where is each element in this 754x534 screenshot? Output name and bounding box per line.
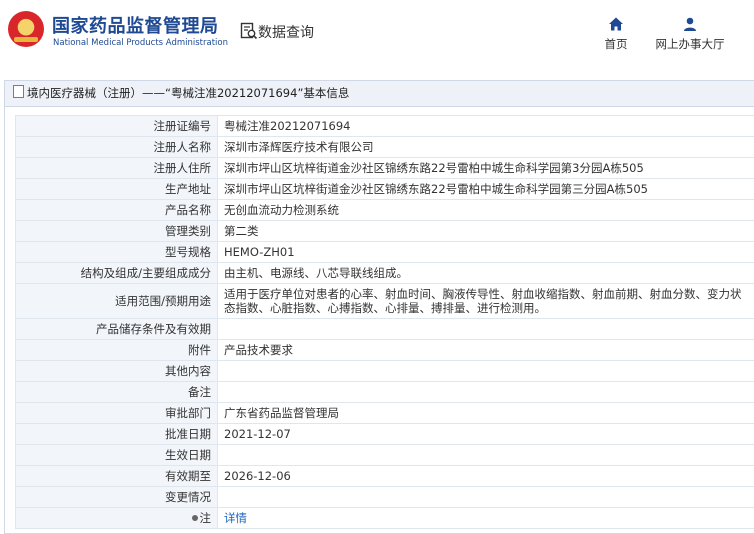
table-row: 批准日期 2021-12-07 <box>16 424 754 445</box>
field-value: 无创血流动力检测系统 <box>218 200 754 221</box>
table-row: 生效日期 <box>16 445 754 466</box>
table-row: 备注 <box>16 382 754 403</box>
field-value: 2026-12-06 <box>218 466 754 487</box>
table-row: 适用范围/预期用途 适用于医疗单位对患者的心率、射血时间、胸液传导性、射血收缩指… <box>16 284 754 319</box>
field-label: 注册人名称 <box>16 137 218 158</box>
field-label: 有效期至 <box>16 466 218 487</box>
site-title: 国家药品监督管理局 <box>52 12 219 38</box>
table-row: 注册人名称 深圳市泽辉医疗技术有限公司 <box>16 137 754 158</box>
data-query-icon[interactable] <box>240 22 258 40</box>
table-row: 结构及组成/主要组成成分 由主机、电源线、八芯导联线组成。 <box>16 263 754 284</box>
details-link[interactable]: 详情 <box>224 511 247 525</box>
field-value: 适用于医疗单位对患者的心率、射血时间、胸液传导性、射血收缩指数、射血前期、射血分… <box>218 284 754 319</box>
field-value: 广东省药品监督管理局 <box>218 403 754 424</box>
field-label: 型号规格 <box>16 242 218 263</box>
site-header: 国家药品监督管理局 National Medical Products Admi… <box>0 0 754 70</box>
field-label: 注册人住所 <box>16 158 218 179</box>
detail-panel: 境内医疗器械（注册）——“粤械注准20212071694”基本信息 注册证编号 … <box>4 80 754 534</box>
field-value: 深圳市坪山区坑梓街道金沙社区锦绣东路22号雷柏中城生命科学园第三分园A栋505 <box>218 179 754 200</box>
field-value <box>218 487 754 508</box>
nav-online-office-label: 网上办事大厅 <box>656 37 725 51</box>
field-label: 批准日期 <box>16 424 218 445</box>
table-row: 变更情况 <box>16 487 754 508</box>
table-row: 产品名称 无创血流动力检测系统 <box>16 200 754 221</box>
field-value: 2021-12-07 <box>218 424 754 445</box>
registration-info-table: 注册证编号 粤械注准20212071694 注册人名称 深圳市泽辉医疗技术有限公… <box>15 115 754 529</box>
breadcrumb-text: 境内医疗器械（注册）——“粤械注准20212071694”基本信息 <box>27 86 349 100</box>
field-value: 产品技术要求 <box>218 340 754 361</box>
field-label: 管理类别 <box>16 221 218 242</box>
table-row: 型号规格 HEMO-ZH01 <box>16 242 754 263</box>
site-title-english: National Medical Products Administration <box>53 38 228 48</box>
field-value: 深圳市泽辉医疗技术有限公司 <box>218 137 754 158</box>
field-value: 粤械注准20212071694 <box>218 116 754 137</box>
field-value <box>218 382 754 403</box>
field-label: 变更情况 <box>16 487 218 508</box>
home-icon <box>608 16 624 32</box>
table-row: 审批部门 广东省药品监督管理局 <box>16 403 754 424</box>
field-label: 其他内容 <box>16 361 218 382</box>
field-label: 注 <box>200 511 212 525</box>
table-row: 注册证编号 粤械注准20212071694 <box>16 116 754 137</box>
table-row: 注 详情 <box>16 508 754 529</box>
national-emblem-logo <box>8 11 44 47</box>
table-row: 产品储存条件及有效期 <box>16 319 754 340</box>
field-value: HEMO-ZH01 <box>218 242 754 263</box>
data-query-link[interactable]: 数据查询 <box>258 22 314 42</box>
nav-home[interactable]: 首页 <box>576 16 656 52</box>
field-label: 产品名称 <box>16 200 218 221</box>
field-label: 结构及组成/主要组成成分 <box>16 263 218 284</box>
table-row: 注册人住所 深圳市坪山区坑梓街道金沙社区锦绣东路22号雷柏中城生命科学园第3分园… <box>16 158 754 179</box>
field-label: 生效日期 <box>16 445 218 466</box>
nav-home-label: 首页 <box>605 37 628 51</box>
table-row: 有效期至 2026-12-06 <box>16 466 754 487</box>
field-label: 适用范围/预期用途 <box>16 284 218 319</box>
field-value: 第二类 <box>218 221 754 242</box>
field-value <box>218 361 754 382</box>
field-value <box>218 319 754 340</box>
table-row: 管理类别 第二类 <box>16 221 754 242</box>
field-value: 详情 <box>218 508 754 529</box>
table-row: 附件 产品技术要求 <box>16 340 754 361</box>
field-value: 深圳市坪山区坑梓街道金沙社区锦绣东路22号雷柏中城生命科学园第3分园A栋505 <box>218 158 754 179</box>
user-icon <box>682 16 698 32</box>
table-row: 其他内容 <box>16 361 754 382</box>
breadcrumb: 境内医疗器械（注册）——“粤械注准20212071694”基本信息 <box>5 81 754 107</box>
document-icon <box>13 85 24 98</box>
field-label: 附件 <box>16 340 218 361</box>
field-value <box>218 445 754 466</box>
pin-icon <box>192 515 198 521</box>
table-row: 生产地址 深圳市坪山区坑梓街道金沙社区锦绣东路22号雷柏中城生命科学园第三分园A… <box>16 179 754 200</box>
field-label: 备注 <box>16 382 218 403</box>
field-value: 由主机、电源线、八芯导联线组成。 <box>218 263 754 284</box>
note-label-cell: 注 <box>16 508 218 529</box>
field-label: 产品储存条件及有效期 <box>16 319 218 340</box>
field-label: 审批部门 <box>16 403 218 424</box>
field-label: 注册证编号 <box>16 116 218 137</box>
field-label: 生产地址 <box>16 179 218 200</box>
nav-online-office[interactable]: 网上办事大厅 <box>650 16 730 52</box>
